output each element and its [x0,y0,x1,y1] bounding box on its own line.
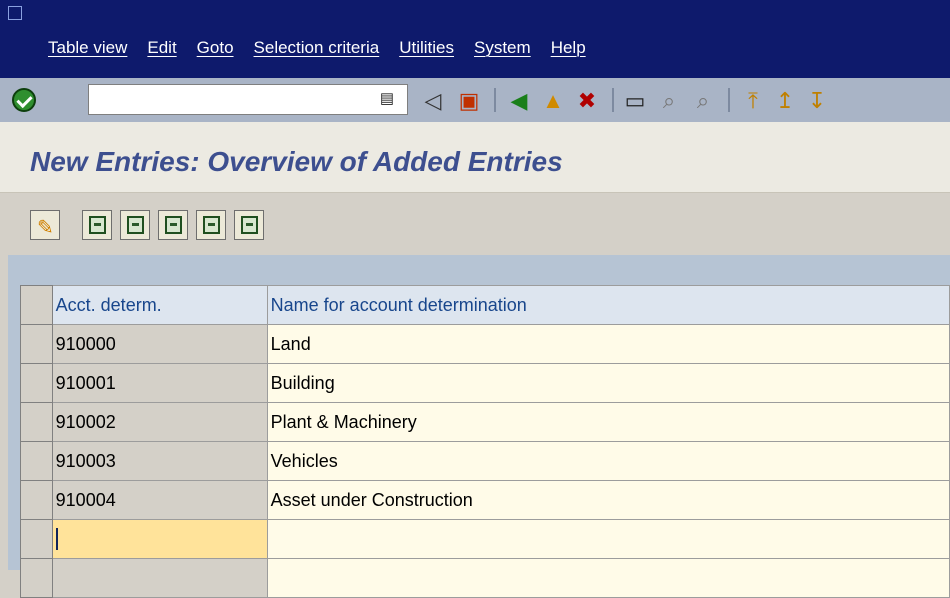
command-field[interactable] [88,84,408,115]
exit-icon[interactable]: ▲ [540,88,566,114]
name-cell[interactable]: Plant & Machinery [266,402,950,442]
back-icon[interactable]: ◁ [420,88,446,114]
select-block-button[interactable] [158,210,188,240]
text-cursor [55,528,58,551]
acct-determ-cell[interactable]: 910001 [51,363,268,403]
name-cell[interactable]: Vehicles [266,441,950,481]
empty-acct-determ-cell[interactable] [51,558,268,598]
row-selector[interactable] [20,441,53,481]
menu-goto[interactable]: Goto [197,38,234,66]
entries-table: Acct. determ. Name for account determina… [20,285,950,598]
acct-determ-cell[interactable]: 910000 [51,324,268,364]
page-title: New Entries: Overview of Added Entries [30,146,563,177]
deselect-all-button[interactable] [196,210,226,240]
row-selector[interactable] [20,558,53,598]
save-icon[interactable]: ▣ [456,88,482,114]
find-next-icon[interactable]: ⌕ [690,88,716,114]
select-all-cell[interactable] [20,285,53,325]
pencil-icon: ✎ [37,217,54,239]
select-block-icon [165,216,182,234]
select-all-button[interactable] [120,210,150,240]
empty-name-cell[interactable] [266,558,950,598]
menu-system[interactable]: System [474,38,531,66]
row-selector[interactable] [20,519,53,559]
enter-button[interactable] [12,88,36,112]
delete-row-icon [89,216,106,234]
acct-determ-cell[interactable]: 910004 [51,480,268,520]
next-page-icon[interactable]: ↧ [804,88,830,114]
new-acct-determ-input[interactable] [51,519,268,559]
toolbar-separator [728,88,730,112]
row-selector[interactable] [20,402,53,442]
row-selector[interactable] [20,363,53,403]
menu-help[interactable]: Help [551,38,586,66]
deselect-all-icon [203,216,220,234]
name-cell[interactable]: Land [266,324,950,364]
row-selector[interactable] [20,324,53,364]
deselect-button[interactable] [234,210,264,240]
toolbar-separator [494,88,496,112]
find-icon[interactable]: ⌕ [656,88,682,114]
new-name-input[interactable] [266,519,950,559]
menu-selection-criteria[interactable]: Selection criteria [254,38,380,66]
select-all-icon [127,216,144,234]
deselect-icon [241,216,258,234]
acct-determ-cell[interactable]: 910002 [51,402,268,442]
table-area: Acct. determ. Name for account determina… [8,255,950,598]
cancel-icon[interactable]: ✖ [574,88,600,114]
menu-utilities[interactable]: Utilities [399,38,454,66]
menu-edit[interactable]: Edit [147,38,176,66]
name-cell[interactable]: Asset under Construction [266,480,950,520]
previous-page-icon[interactable]: ↥ [772,88,798,114]
row-selector[interactable] [20,480,53,520]
toolbar-separator [612,88,614,112]
print-icon[interactable]: ▭ [622,88,648,114]
first-page-icon[interactable]: ⤒ [740,88,766,114]
column-header-acct-determ[interactable]: Acct. determ. [51,285,268,325]
command-history-icon[interactable]: ▤ [378,88,396,110]
name-cell[interactable]: Building [266,363,950,403]
menu-bar: Table view Edit Goto Selection criteria … [48,38,586,66]
system-menu-icon[interactable] [8,6,22,20]
acct-determ-cell[interactable]: 910003 [51,441,268,481]
delete-row-button[interactable] [82,210,112,240]
column-header-name[interactable]: Name for account determination [266,285,950,325]
change-mode-button[interactable]: ✎ [30,210,60,240]
green-back-icon[interactable]: ◀ [506,88,532,114]
menu-table-view[interactable]: Table view [48,38,127,66]
